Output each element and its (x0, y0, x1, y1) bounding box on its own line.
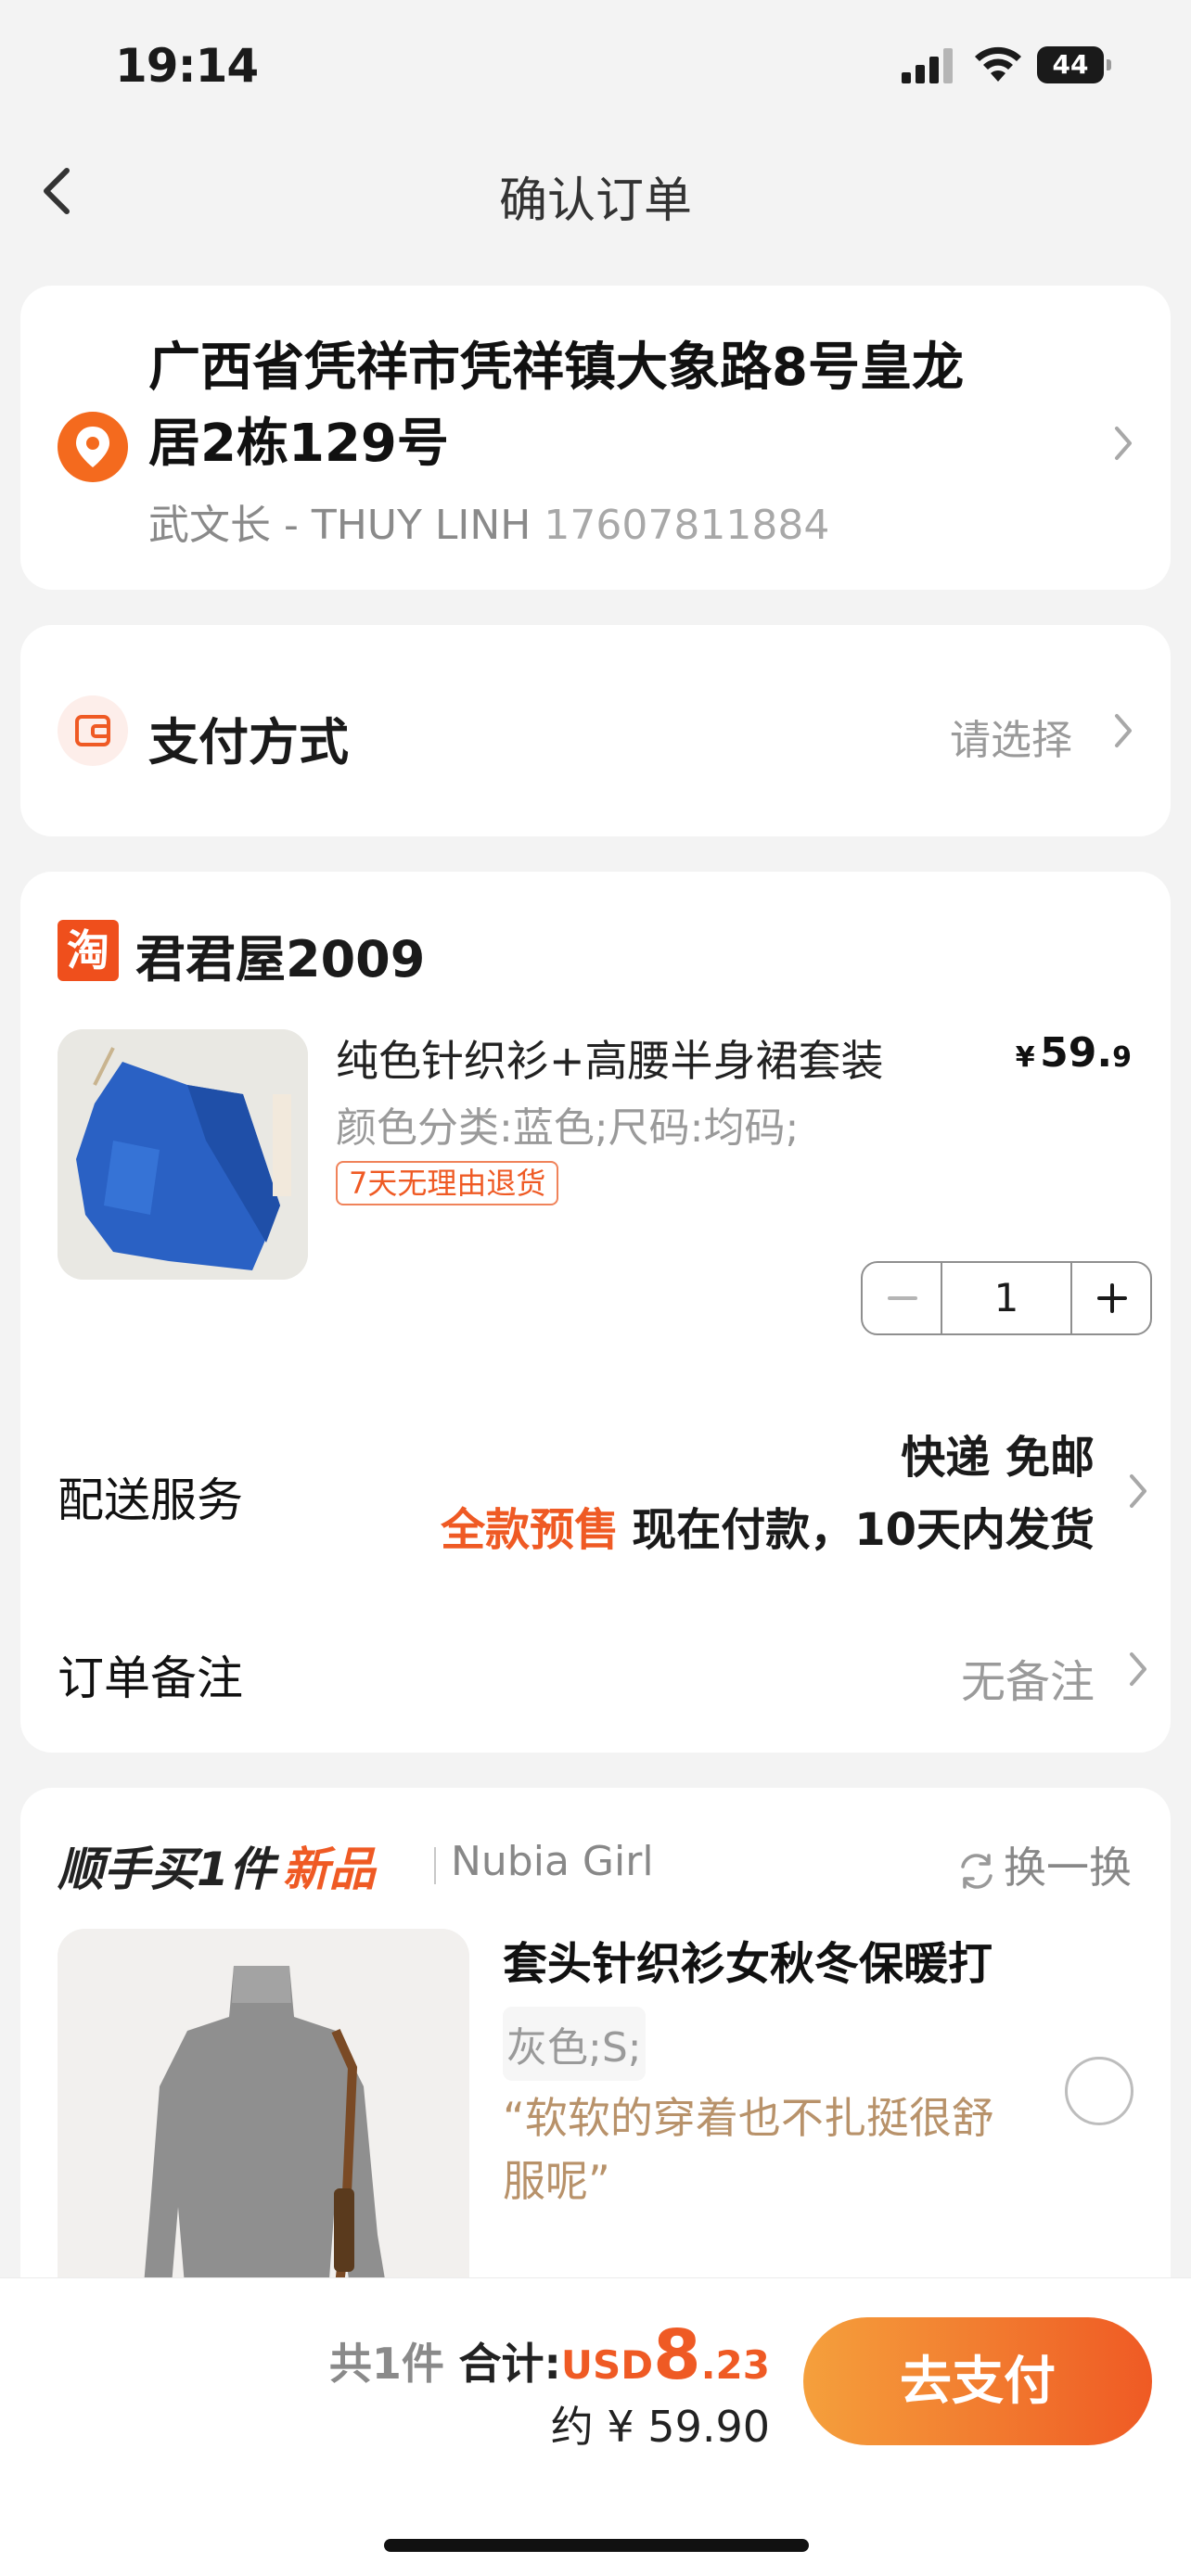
total-currency: USD (560, 2342, 654, 2388)
delivery-label: 配送服务 (58, 1473, 243, 1527)
payment-method-value: 请选择 (950, 717, 1072, 764)
battery-nub (1107, 59, 1111, 70)
product-price: ¥ 59.9 (1016, 1029, 1132, 1077)
order-total: 共1件 合计:USD8.23 (329, 2315, 770, 2395)
address-line-2: 居2栋129号 (148, 414, 449, 474)
recipient-phone: 17607811884 (544, 502, 830, 549)
wallet-icon (58, 695, 128, 766)
nav-bar: 确认订单 (0, 130, 1191, 254)
location-pin-icon (58, 412, 128, 482)
order-item-card: 淘 君君屋2009 纯色针织衫+高腰半身裙套装 ¥ 59.9 颜色分类:蓝色;尺… (20, 872, 1171, 1753)
recipient-info: 武文长 - THUY LINH 17607811884 (148, 491, 829, 551)
refresh-label: 换一换 (1004, 1843, 1132, 1893)
status-time: 19:14 (115, 39, 259, 93)
pay-button[interactable]: 去支付 (803, 2317, 1152, 2445)
total-label: 合计: (458, 2339, 561, 2389)
address-line-1: 广西省凭祥市凭祥镇大象路8号皇龙 (148, 338, 964, 398)
ship-text: 现在付款，10天内发货 (632, 1504, 1095, 1556)
battery-icon: 44 (1037, 46, 1111, 83)
recommendation-brand[interactable]: Nubia Girl (451, 1838, 654, 1885)
cellular-signal-icon (902, 48, 953, 83)
address-card[interactable]: 广西省凭祥市凭祥镇大象路8号皇龙 居2栋129号 武文长 - THUY LINH… (20, 286, 1171, 590)
payment-method-card[interactable]: 支付方式 请选择 (20, 625, 1171, 836)
price-currency: ¥ (1015, 1041, 1035, 1074)
return-policy-badge: 7天无理由退货 (336, 1161, 559, 1205)
delivery-schedule[interactable]: 全款预售 现在付款，10天内发货 (441, 1493, 1095, 1558)
price-decimal: 9 (1112, 1041, 1132, 1074)
delivery-method[interactable]: 快递 免邮 (901, 1421, 1095, 1486)
presale-tag: 全款预售 (441, 1504, 620, 1556)
recommendation-product-spec[interactable]: 灰色;S; (503, 2007, 646, 2081)
product-title[interactable]: 纯色针织衫+高腰半身裙套装 (336, 1027, 884, 1089)
wifi-icon (975, 46, 1021, 82)
payment-method-label: 支付方式 (148, 713, 349, 772)
price-integer: 59. (1040, 1029, 1113, 1077)
plus-icon (1097, 1283, 1127, 1313)
increase-quantity-button[interactable] (1070, 1263, 1150, 1333)
shop-name[interactable]: 君君屋2009 (135, 918, 425, 991)
recommendation-heading: 顺手买1件 (58, 1843, 275, 1896)
approx-total: 约 ¥ 59.90 (550, 2402, 770, 2452)
recommendation-review-quote: “软软的穿着也不扎挺很舒服呢” (503, 2093, 994, 2206)
checkout-bar: 共1件 合计:USD8.23 约 ¥ 59.90 去支付 (0, 2277, 1191, 2576)
home-indicator[interactable] (384, 2539, 809, 2552)
refresh-icon (961, 1853, 992, 1889)
item-count: 共1件 (328, 2339, 444, 2389)
taobao-logo-icon: 淘 (58, 920, 119, 981)
product-spec[interactable]: 颜色分类:蓝色;尺码:均码; (336, 1094, 799, 1154)
order-note-value[interactable]: 无备注 (961, 1645, 1095, 1710)
recipient-name: 武文长 - THUY LINH (148, 502, 531, 549)
total-integer: 8 (653, 2315, 701, 2395)
new-tag: 新品 (282, 1843, 376, 1896)
status-bar: 19:14 44 (0, 0, 1191, 130)
decrease-quantity-button[interactable] (863, 1263, 942, 1333)
quantity-value[interactable]: 1 (942, 1263, 1070, 1333)
recommendation-product-title[interactable]: 套头针织衫女秋冬保暖打 (503, 1927, 992, 1992)
divider (434, 1847, 436, 1884)
chevron-right-icon (1130, 1652, 1146, 1686)
total-decimal: .23 (700, 2342, 770, 2388)
recommendation-product-image[interactable] (58, 1929, 469, 2318)
order-note-label: 订单备注 (58, 1651, 243, 1705)
chevron-right-icon (1115, 427, 1132, 460)
battery-level: 44 (1037, 46, 1104, 83)
product-image[interactable] (58, 1029, 308, 1280)
chevron-right-icon (1115, 714, 1132, 747)
quantity-stepper: 1 (861, 1261, 1152, 1335)
recommendation-title: 顺手买1件 新品 (58, 1832, 376, 1899)
page-title: 确认订单 (498, 173, 692, 229)
chevron-right-icon (1130, 1474, 1146, 1508)
minus-icon (888, 1296, 917, 1300)
select-recommendation-radio[interactable] (1065, 2057, 1133, 2125)
refresh-button[interactable]: 换一换 (955, 1834, 1132, 1895)
